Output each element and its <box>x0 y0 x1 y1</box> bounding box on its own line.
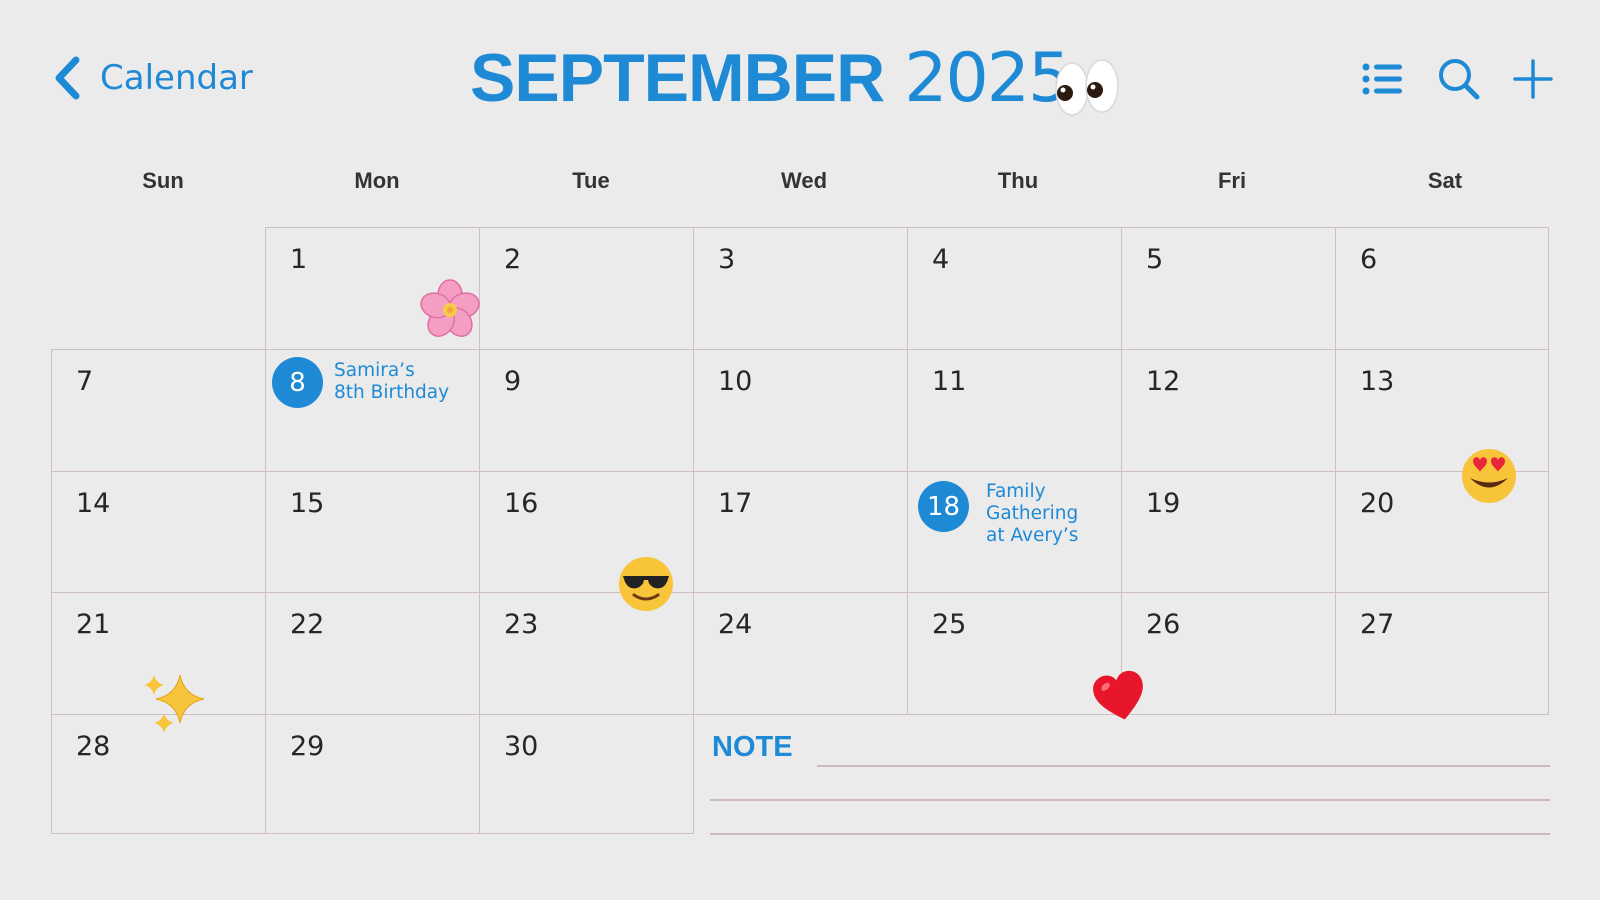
date-number: 17 <box>718 488 753 519</box>
day-cell-24[interactable]: 24 <box>693 592 908 715</box>
back-to-calendar-button[interactable]: Calendar <box>52 56 253 100</box>
event-title[interactable]: Samira’s 8th Birthday <box>334 360 449 404</box>
date-number: 1 <box>290 244 308 275</box>
day-cell-18[interactable]: 18 Family Gathering at Avery’s <box>907 471 1122 593</box>
date-number: 7 <box>76 366 94 397</box>
day-cell-29[interactable]: 29 <box>265 714 480 834</box>
weekday-fri: Fri <box>1217 168 1247 193</box>
note-label: NOTE <box>712 731 793 763</box>
day-cell-7[interactable]: 7 <box>51 349 266 472</box>
note-line-1[interactable] <box>817 765 1550 767</box>
date-number: 26 <box>1146 609 1181 640</box>
weekday-sat: Sat <box>1427 168 1463 193</box>
day-cell-17[interactable]: 17 <box>693 471 908 593</box>
day-cell-10[interactable]: 10 <box>693 349 908 472</box>
event-title[interactable]: Family Gathering at Avery’s <box>986 481 1078 547</box>
date-number: 25 <box>932 609 967 640</box>
date-number: 10 <box>718 366 753 397</box>
date-number: 30 <box>504 731 539 762</box>
day-cell-22[interactable]: 22 <box>265 592 480 715</box>
day-cell-15[interactable]: 15 <box>265 471 480 593</box>
weekday-mon: Mon <box>354 168 400 193</box>
eyes-emoji-icon <box>1052 58 1122 118</box>
day-cell-30[interactable]: 30 <box>479 714 694 834</box>
day-cell-14[interactable]: 14 <box>51 471 266 593</box>
date-number: 6 <box>1360 244 1378 275</box>
day-cell-9[interactable]: 9 <box>479 349 694 472</box>
date-number: 21 <box>76 609 111 640</box>
event-day-badge: 18 <box>918 481 969 532</box>
note-line-3[interactable] <box>710 833 1550 835</box>
note-line-2[interactable] <box>710 799 1550 801</box>
day-cell-26[interactable]: 26 <box>1121 592 1336 715</box>
weekday-wed: Wed <box>780 168 828 193</box>
day-cell-3[interactable]: 3 <box>693 227 908 350</box>
date-number: 3 <box>718 244 736 275</box>
date-number: 2 <box>504 244 522 275</box>
title-month: SEPTEMBER <box>470 40 885 116</box>
date-number: 19 <box>1146 488 1181 519</box>
date-number: 29 <box>290 731 325 762</box>
date-number: 5 <box>1146 244 1164 275</box>
list-icon <box>1362 63 1402 95</box>
page-title: SEPTEMBER 2025 <box>470 36 1071 121</box>
day-cell-5[interactable]: 5 <box>1121 227 1336 350</box>
day-cell-11[interactable]: 11 <box>907 349 1122 472</box>
add-event-button[interactable] <box>1510 56 1556 102</box>
date-number: 13 <box>1360 366 1395 397</box>
day-cell-8[interactable]: 8 Samira’s 8th Birthday <box>265 349 480 472</box>
date-number: 22 <box>290 609 325 640</box>
date-number: 15 <box>290 488 325 519</box>
search-icon <box>1439 59 1480 100</box>
date-number: 28 <box>76 731 111 762</box>
back-button-label: Calendar <box>100 58 253 98</box>
weekday-sun: Sun <box>142 168 184 193</box>
date-number: 16 <box>504 488 539 519</box>
search-button[interactable] <box>1436 56 1482 102</box>
day-cell-6[interactable]: 6 <box>1335 227 1549 350</box>
date-number: 24 <box>718 609 753 640</box>
date-number: 14 <box>76 488 111 519</box>
date-number: 27 <box>1360 609 1395 640</box>
event-day-badge: 8 <box>272 357 323 408</box>
plus-icon <box>1513 59 1553 99</box>
date-number: 9 <box>504 366 522 397</box>
title-year: 2025 <box>904 39 1071 118</box>
weekday-thu: Thu <box>997 168 1039 193</box>
day-cell-27[interactable]: 27 <box>1335 592 1549 715</box>
day-cell-4[interactable]: 4 <box>907 227 1122 350</box>
date-number: 20 <box>1360 488 1395 519</box>
date-number: 23 <box>504 609 539 640</box>
date-number: 12 <box>1146 366 1181 397</box>
sparkles-emoji-icon <box>140 671 212 737</box>
weekday-tue: Tue <box>572 168 610 193</box>
day-cell-2[interactable]: 2 <box>479 227 694 350</box>
red-heart-icon <box>1092 670 1148 724</box>
day-cell-19[interactable]: 19 <box>1121 471 1336 593</box>
day-cell-25[interactable]: 25 <box>907 592 1122 715</box>
chevron-left-icon <box>55 56 80 100</box>
list-view-button[interactable] <box>1360 56 1406 102</box>
heart-eyes-emoji-icon <box>1460 447 1518 505</box>
sunglasses-emoji-icon <box>617 555 675 613</box>
day-cell-12[interactable]: 12 <box>1121 349 1336 472</box>
date-number: 4 <box>932 244 950 275</box>
date-number: 11 <box>932 366 967 397</box>
cherry-blossom-icon <box>418 278 482 342</box>
